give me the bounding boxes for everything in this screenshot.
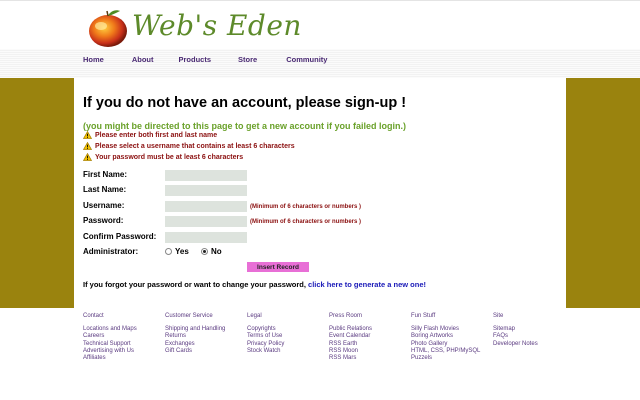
footer-column-legal: Legal Copyrights Terms of Use Privacy Po… — [247, 313, 284, 355]
confirm-password-input[interactable] — [165, 232, 247, 243]
warning-text: Please enter both first and last name — [95, 131, 218, 139]
warning-message: Please enter both first and last name — [83, 131, 217, 139]
warning-triangle-icon — [83, 153, 92, 161]
footer-link[interactable]: Terms of Use — [247, 333, 284, 340]
nav-store[interactable]: Store — [238, 55, 257, 64]
footer-link[interactable]: Sitemap — [493, 326, 538, 333]
password-label: Password: — [83, 216, 124, 225]
footer-link[interactable]: Copyrights — [247, 326, 284, 333]
warning-text: Please select a username that contains a… — [95, 142, 295, 150]
administrator-no-label: No — [211, 247, 222, 256]
footer-link[interactable]: Stock Watch — [247, 348, 284, 355]
generate-password-link[interactable]: click here to generate a new one! — [308, 280, 426, 289]
nav-products[interactable]: Products — [179, 55, 212, 64]
footer-heading: Press Room — [329, 313, 363, 319]
warning-message: Your password must be at least 6 charact… — [83, 153, 243, 161]
forgot-password-text: If you forgot your password or want to c… — [83, 280, 426, 289]
footer-column-press-room: Press Room Public Relations Event Calend… — [329, 313, 372, 362]
administrator-yes-radio[interactable] — [165, 248, 172, 255]
site-header: Web's Eden Home About Products Store Com… — [0, 0, 640, 79]
username-input[interactable] — [165, 201, 247, 212]
administrator-label: Administrator: — [83, 247, 139, 256]
first-name-input[interactable] — [165, 170, 247, 181]
footer-link[interactable]: RSS Mars — [329, 355, 372, 362]
footer-link[interactable]: Returns — [165, 333, 225, 340]
page-subtitle: (you might be directed to this page to g… — [83, 121, 407, 131]
footer-link[interactable]: RSS Earth — [329, 341, 372, 348]
warning-triangle-icon — [83, 142, 92, 150]
warning-message: Please select a username that contains a… — [83, 142, 295, 150]
footer-link[interactable]: Locations and Maps — [83, 326, 137, 333]
nav-community[interactable]: Community — [286, 55, 327, 64]
page-title: If you do not have an account, please si… — [83, 95, 407, 111]
footer-link[interactable]: Careers — [83, 333, 137, 340]
footer-heading: Fun Stuff — [411, 313, 436, 319]
footer-link[interactable]: Shipping and Handling — [165, 326, 225, 333]
footer-heading: Legal — [247, 313, 262, 319]
main-nav: Home About Products Store Community — [83, 55, 355, 64]
footer-column-customer-service: Customer Service Shipping and Handling R… — [165, 313, 225, 355]
footer-heading: Customer Service — [165, 313, 213, 319]
header-stripe — [0, 49, 640, 79]
last-name-label: Last Name: — [83, 185, 127, 194]
apple-logo-icon[interactable] — [86, 7, 130, 49]
footer-link[interactable]: Technical Support — [83, 341, 137, 348]
footer-link[interactable]: Boring Artworks — [411, 333, 480, 340]
footer-heading: Site — [493, 313, 504, 319]
nav-about[interactable]: About — [132, 55, 154, 64]
first-name-label: First Name: — [83, 170, 128, 179]
password-input[interactable] — [165, 216, 247, 227]
footer-link[interactable]: Advertising with Us — [83, 348, 137, 355]
username-hint: (Minimum of 6 characters or numbers ) — [250, 204, 362, 210]
confirm-password-label: Confirm Password: — [83, 232, 157, 241]
footer-link[interactable]: Privacy Policy — [247, 341, 284, 348]
username-label: Username: — [83, 201, 125, 210]
site-brand-logo[interactable]: Web's Eden — [132, 9, 302, 42]
signup-panel — [74, 78, 566, 308]
footer-link[interactable]: Silly Flash Movies — [411, 326, 480, 333]
footer-link[interactable]: Puzzels — [411, 355, 480, 362]
administrator-yes-label: Yes — [175, 247, 189, 256]
footer-link[interactable]: Photo Gallery — [411, 341, 480, 348]
footer-link[interactable]: Exchanges — [165, 341, 225, 348]
footer-link[interactable]: FAQs — [493, 333, 538, 340]
password-hint: (Minimum of 6 characters or numbers ) — [250, 219, 362, 225]
footer-link[interactable]: Gift Cards — [165, 348, 225, 355]
footer-link[interactable]: HTML, CSS, PHP/MySQL — [411, 348, 480, 355]
administrator-no-radio[interactable] — [201, 248, 208, 255]
footer-link[interactable]: Public Relations — [329, 326, 372, 333]
footer-link[interactable]: Affiliates — [83, 355, 137, 362]
footer-link[interactable]: RSS Moon — [329, 348, 372, 355]
footer-heading: Contact — [83, 313, 104, 319]
insert-record-button[interactable]: Insert Record — [247, 262, 309, 272]
warning-text: Your password must be at least 6 charact… — [95, 153, 244, 161]
footer-link[interactable]: Event Calendar — [329, 333, 372, 340]
forgot-password-prompt: If you forgot your password or want to c… — [83, 280, 309, 289]
last-name-input[interactable] — [165, 185, 247, 196]
footer-link[interactable]: Developer Notes — [493, 341, 538, 348]
warning-triangle-icon — [83, 131, 92, 139]
footer-column-fun-stuff: Fun Stuff Silly Flash Movies Boring Artw… — [411, 313, 480, 362]
nav-home[interactable]: Home — [83, 55, 104, 64]
footer-column-site: Site Sitemap FAQs Developer Notes — [493, 313, 538, 348]
footer-column-contact: Contact Locations and Maps Careers Techn… — [83, 313, 137, 362]
